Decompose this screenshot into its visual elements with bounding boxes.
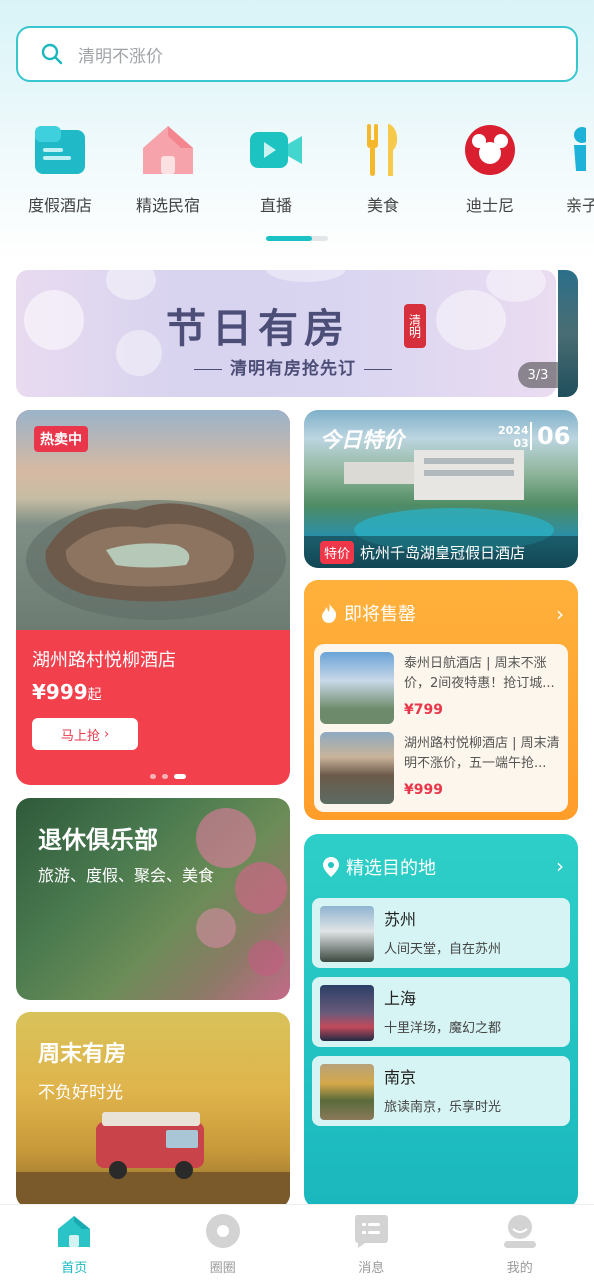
category-hotel[interactable]: 度假酒店 [10, 120, 110, 216]
category-disney[interactable]: 迪士尼 [440, 120, 540, 216]
search-icon [41, 43, 63, 65]
city-thumb [320, 1064, 374, 1120]
location-pin-icon [323, 857, 339, 877]
club-subtitle: 旅游、度假、聚会、美食 [38, 866, 215, 885]
video-camera-icon [246, 120, 306, 180]
fire-icon [322, 603, 337, 623]
category-scroll-indicator [266, 236, 328, 241]
profile-icon [502, 1213, 538, 1249]
category-label: 亲子 [566, 196, 594, 215]
city-name: 南京 [384, 1068, 417, 1087]
fork-knife-icon [353, 120, 413, 180]
hot-badge: 热卖中 [34, 426, 88, 452]
parent-child-icon [546, 120, 594, 180]
sell-out-card[interactable]: 即将售罄 › 泰州日航酒店 | 周末不涨价，2间夜特惠！抢订城... ¥799 … [304, 580, 578, 820]
tab-home[interactable]: 首页 [0, 1205, 149, 1280]
today-date-year: 2024 03 [498, 424, 529, 450]
category-label: 迪士尼 [465, 196, 514, 215]
item-price: ¥999 [404, 782, 443, 798]
circle-icon [205, 1213, 241, 1249]
search-placeholder: 清明不涨价 [78, 46, 163, 67]
grab-now-button[interactable]: 马上抢 › [32, 718, 138, 750]
item-price: ¥799 [404, 702, 443, 718]
mickey-icon [460, 120, 520, 180]
weekend-subtitle: 不负好时光 [38, 1083, 123, 1103]
destination-item-shanghai[interactable]: 上海 十里洋场，魔幻之都 [312, 977, 570, 1047]
category-label: 度假酒店 [27, 196, 92, 215]
chevron-right-icon[interactable]: › [556, 854, 564, 878]
category-live[interactable]: 直播 [226, 120, 326, 216]
home-icon [56, 1213, 92, 1249]
tab-label: 消息 [358, 1261, 385, 1276]
today-hotel-name: 杭州千岛湖皇冠假日酒店 [360, 543, 526, 562]
club-title: 退休俱乐部 [38, 826, 158, 854]
category-homestay[interactable]: 精选民宿 [118, 120, 218, 216]
hot-sale-card[interactable]: 热卖中 湖州路村悦柳酒店 ¥999起 马上抢 › [16, 410, 290, 785]
city-slogan: 旅读南京，乐享时光 [384, 1100, 502, 1115]
destinations-card[interactable]: 精选目的地 › 苏州 人间天堂，自在苏州 上海 十里洋场，魔幻之都 南京 旅读南… [304, 834, 578, 1208]
city-name: 苏州 [384, 910, 417, 929]
hot-hotel-name: 湖州路村悦柳酒店 [32, 650, 176, 671]
weekend-title: 周末有房 [38, 1042, 127, 1067]
today-date-day: 06 [530, 422, 570, 450]
city-thumb [320, 906, 374, 962]
city-name: 上海 [384, 989, 417, 1008]
weekend-card[interactable]: 周末有房 不负好时光 [16, 1012, 290, 1208]
bottom-tab-bar: 首页 圈圈 消息 我的 [0, 1204, 594, 1280]
list-item[interactable]: 湖州路村悦柳酒店 | 周末清明不涨价，五一端午抢... ¥999 [320, 732, 564, 806]
retire-club-card[interactable]: 退休俱乐部 旅游、度假、聚会、美食 [16, 798, 290, 1000]
chevron-right-icon: › [103, 726, 110, 742]
hotel-thumb [320, 732, 394, 804]
item-desc: 泰州日航酒店 | 周末不涨价，2间夜特惠！抢订城... [404, 656, 555, 691]
search-bar[interactable]: 清明不涨价 [16, 26, 578, 82]
tab-label: 首页 [61, 1261, 88, 1276]
banner-title: 节日有房 [166, 306, 350, 352]
destination-item-nanjing[interactable]: 南京 旅读南京，乐享时光 [312, 1056, 570, 1126]
destination-item-suzhou[interactable]: 苏州 人间天堂，自在苏州 [312, 898, 570, 968]
special-tag: 特价 [320, 540, 355, 564]
category-row: 度假酒店 精选民宿 直播 美食 迪士尼 亲子 [0, 120, 594, 220]
city-slogan: 人间天堂，自在苏州 [384, 942, 502, 957]
tab-label: 我的 [506, 1261, 533, 1276]
today-special-card[interactable]: 今日特价 2024 03 06 特价 杭州千岛湖皇冠假日酒店 [304, 410, 578, 568]
tab-label: 圈圈 [209, 1261, 236, 1276]
tab-circle[interactable]: 圈圈 [149, 1205, 298, 1280]
house-icon [138, 120, 198, 180]
today-title: 今日特价 [320, 428, 404, 452]
message-icon [353, 1213, 389, 1249]
destinations-header: 精选目的地 [322, 854, 436, 880]
banner-subtitle: 清明有房抢先订 [186, 354, 400, 379]
chevron-right-icon[interactable]: › [556, 602, 564, 626]
category-label: 美食 [366, 196, 399, 215]
hotel-card-icon [30, 120, 90, 180]
sell-out-header: 即将售罄 [320, 600, 416, 626]
next-banner-peek[interactable] [558, 270, 578, 397]
tab-profile[interactable]: 我的 [446, 1205, 594, 1280]
banner-seal: 清明 [404, 304, 426, 348]
category-family[interactable]: 亲子 [546, 120, 594, 216]
sell-out-list: 泰州日航酒店 | 周末不涨价，2间夜特惠！抢订城... ¥799 湖州路村悦柳酒… [314, 644, 568, 812]
city-slogan: 十里洋场，魔幻之都 [384, 1021, 502, 1036]
city-thumb [320, 985, 374, 1041]
category-label: 精选民宿 [135, 196, 200, 215]
hotel-thumb [320, 652, 394, 724]
banner-pager: 3/3 [518, 362, 558, 388]
today-caption: 特价 杭州千岛湖皇冠假日酒店 [304, 536, 578, 568]
list-item[interactable]: 泰州日航酒店 | 周末不涨价，2间夜特惠！抢订城... ¥799 [320, 652, 564, 726]
carousel-dots [150, 774, 186, 779]
category-label: 直播 [259, 196, 292, 215]
item-desc: 湖州路村悦柳酒店 | 周末清明不涨价，五一端午抢... [404, 736, 560, 771]
hot-price: ¥999起 [32, 680, 102, 704]
tab-messages[interactable]: 消息 [297, 1205, 446, 1280]
category-food[interactable]: 美食 [333, 120, 433, 216]
holiday-banner[interactable]: 节日有房 清明 清明有房抢先订 [16, 270, 556, 397]
